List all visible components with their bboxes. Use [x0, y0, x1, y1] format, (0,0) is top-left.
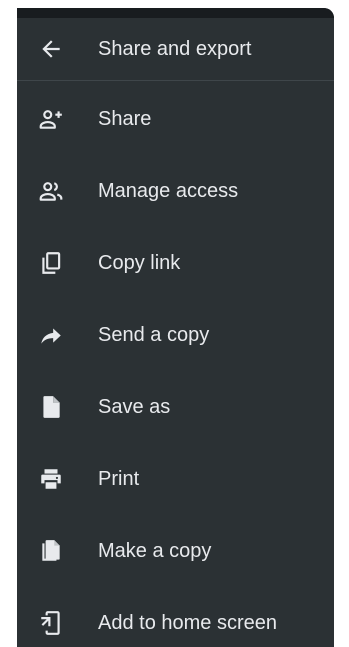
print-icon [37, 465, 65, 493]
menu-item-label: Save as [98, 396, 171, 418]
file-icon [37, 393, 65, 421]
menu-item-make-a-copy[interactable]: Make a copy [17, 515, 334, 587]
menu-item-share[interactable]: Share [17, 83, 334, 155]
panel-header: Share and export [17, 18, 334, 80]
menu-item-save-as[interactable]: Save as [17, 371, 334, 443]
menu-item-label: Send a copy [98, 324, 210, 346]
menu-item-send-a-copy[interactable]: Send a copy [17, 299, 334, 371]
menu-item-label: Manage access [98, 180, 239, 202]
send-arrow-icon [37, 321, 65, 349]
menu-item-label: Make a copy [98, 540, 212, 562]
arrow-back-icon[interactable] [37, 35, 65, 63]
status-bar-strip [17, 8, 334, 18]
menu-item-manage-access[interactable]: Manage access [17, 155, 334, 227]
people-icon [37, 177, 65, 205]
header-divider [17, 80, 334, 81]
menu-item-label: Add to home screen [98, 612, 277, 634]
copy-link-icon [37, 249, 65, 277]
menu-item-add-to-home-screen[interactable]: Add to home screen [17, 587, 334, 647]
menu-item-copy-link[interactable]: Copy link [17, 227, 334, 299]
share-export-panel: Share and export Share Manage access Cop… [17, 8, 334, 647]
menu-item-print[interactable]: Print [17, 443, 334, 515]
menu-item-label: Print [98, 468, 140, 490]
person-add-icon [37, 105, 65, 133]
file-copy-icon [37, 537, 65, 565]
menu-item-label: Copy link [98, 252, 181, 274]
add-to-home-icon [37, 609, 65, 637]
page-title: Share and export [98, 38, 252, 60]
menu-item-label: Share [98, 108, 152, 130]
